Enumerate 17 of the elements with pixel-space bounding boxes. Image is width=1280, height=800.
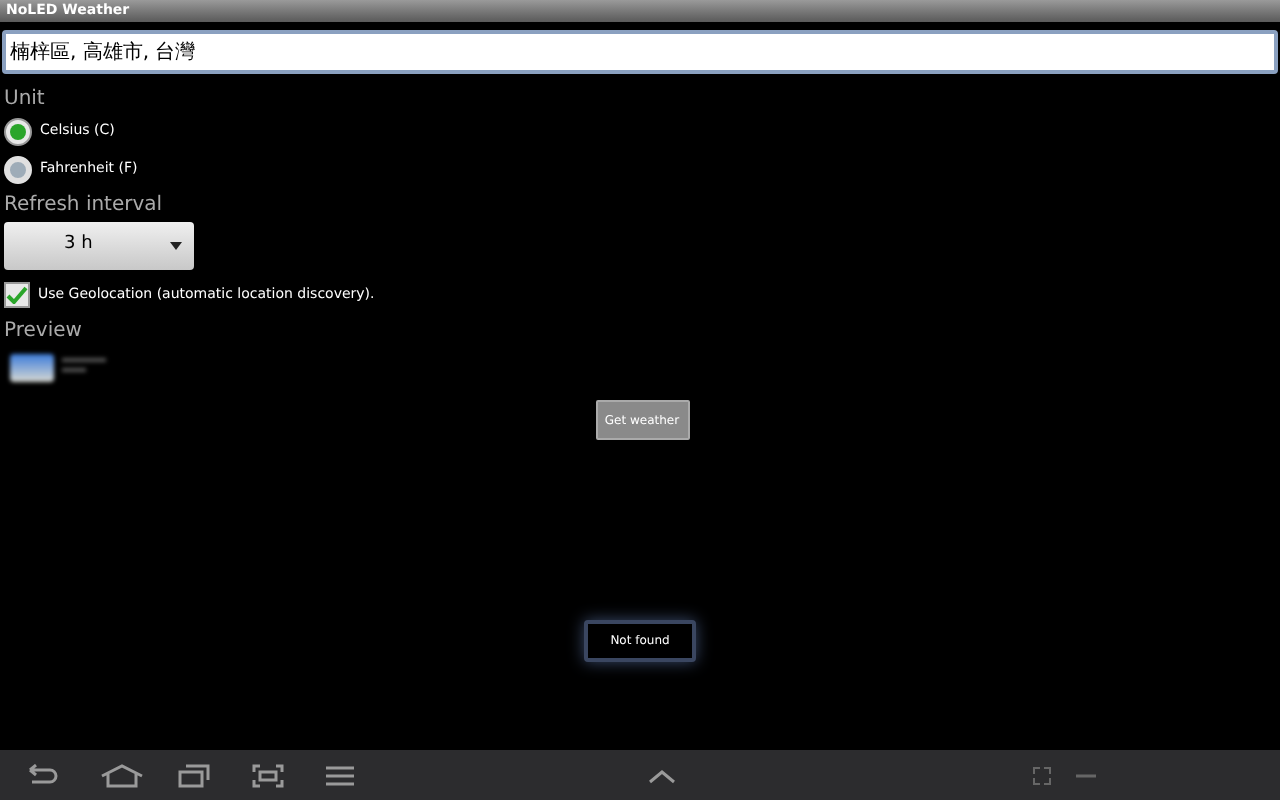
weather-widget-preview (10, 354, 110, 386)
back-icon[interactable] (24, 763, 60, 787)
section-label: Preview (4, 320, 84, 344)
interval-dropdown[interactable]: 3 h (4, 222, 194, 270)
menu-icon[interactable] (326, 763, 354, 787)
section-label: Refresh interval (4, 194, 165, 218)
expand-icon[interactable] (1032, 765, 1052, 785)
recent-apps-icon[interactable] (178, 763, 210, 787)
checkbox[interactable] (4, 281, 30, 307)
caret-up-icon[interactable] (647, 767, 675, 783)
home-icon[interactable] (100, 763, 144, 787)
minus-icon (1076, 773, 1096, 777)
radio-button[interactable] (4, 117, 32, 145)
dropdown-arrow-icon (170, 242, 182, 250)
screenshot-icon[interactable] (252, 763, 284, 787)
location-field[interactable]: 楠梓區, 高雄市, 台灣 (2, 30, 1278, 74)
section-label: Unit (4, 88, 47, 112)
